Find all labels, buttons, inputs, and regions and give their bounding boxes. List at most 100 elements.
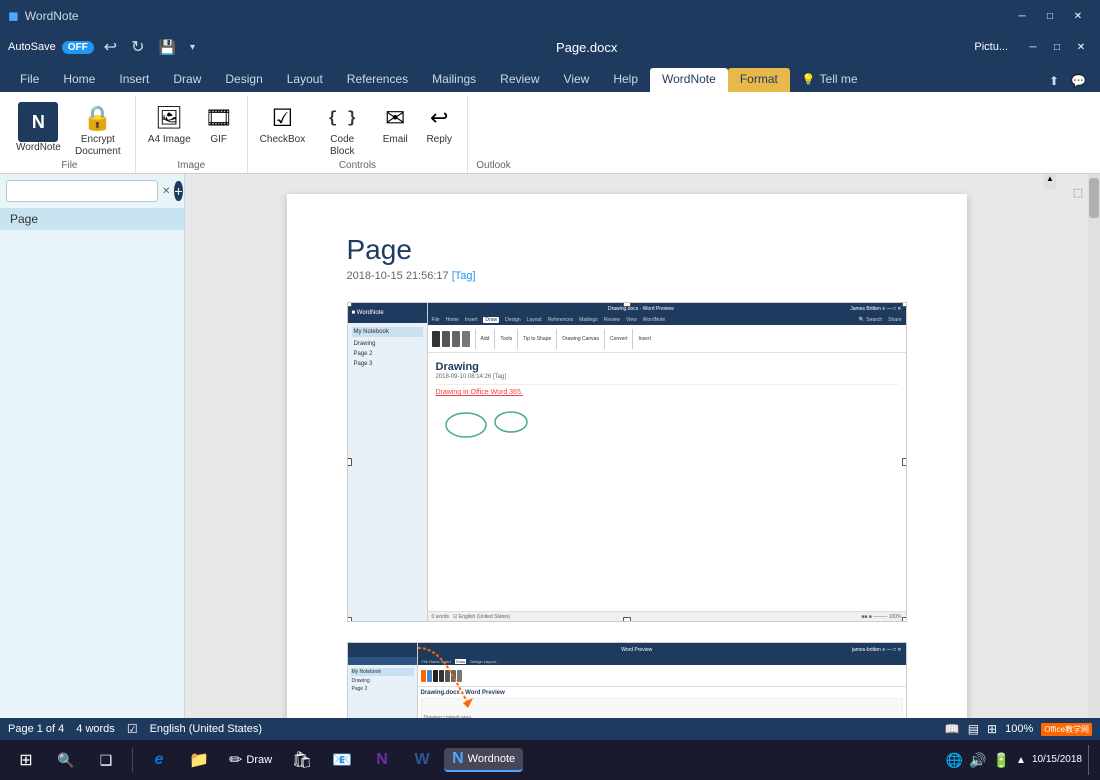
- lightbulb-icon: 💡: [802, 73, 816, 86]
- tab-insert[interactable]: Insert: [107, 68, 161, 92]
- tab-review[interactable]: Review: [488, 68, 551, 92]
- tab-layout[interactable]: Layout: [275, 68, 335, 92]
- close-btn2[interactable]: ✕: [1070, 38, 1092, 56]
- wordnote-taskbar-icon: N: [452, 750, 464, 768]
- more-quick-access[interactable]: ▾: [186, 40, 199, 55]
- word-app[interactable]: W: [404, 742, 440, 778]
- tab-tell-me[interactable]: 💡 Tell me: [790, 68, 870, 92]
- scroll-up-area: ▲: [1044, 174, 1056, 190]
- resize-handle-bl[interactable]: [347, 617, 352, 622]
- tab-references[interactable]: References: [335, 68, 420, 92]
- email-icon: ✉: [379, 102, 411, 134]
- office-watermark: Office教学网: [1041, 723, 1092, 736]
- search-button[interactable]: 🔍: [48, 742, 84, 778]
- network-icon[interactable]: 🌐: [946, 752, 963, 769]
- resize-handle-tr[interactable]: [902, 302, 907, 307]
- embedded-screenshot-1[interactable]: ■ WordNote My Notebook Drawing Page 2 Pa…: [347, 302, 907, 622]
- window-controls: ─ □ ✕: [1008, 5, 1092, 27]
- checkbox-button[interactable]: ☑ CheckBox: [256, 100, 310, 148]
- outlook-app[interactable]: 📧: [324, 742, 360, 778]
- search-input[interactable]: [6, 180, 158, 202]
- min-btn2[interactable]: ─: [1022, 38, 1044, 56]
- show-desktop-button[interactable]: [1088, 745, 1092, 775]
- max-btn2[interactable]: □: [1046, 38, 1068, 56]
- email-button[interactable]: ✉ Email: [375, 100, 415, 148]
- gif-button[interactable]: 🎞 GIF: [199, 100, 239, 148]
- page-tag[interactable]: [Tag]: [452, 270, 476, 282]
- search-clear-button[interactable]: ✕: [162, 186, 170, 197]
- resize-handle-tl[interactable]: [347, 302, 352, 307]
- view-mode-button[interactable]: ▤: [968, 722, 979, 736]
- draw-icon: ✏: [229, 750, 242, 770]
- resize-handle-bm[interactable]: [623, 617, 631, 622]
- tab-file[interactable]: File: [8, 68, 51, 92]
- format-shape-button[interactable]: ⬚: [1073, 186, 1083, 199]
- wordnote-app[interactable]: N Wordnote: [444, 748, 523, 772]
- scrollbar[interactable]: [1088, 174, 1100, 718]
- lock-icon: 🔒: [82, 102, 114, 134]
- language[interactable]: English (United States): [150, 723, 263, 735]
- system-tray-icons[interactable]: ▲: [1016, 755, 1026, 766]
- edge-app[interactable]: e: [141, 742, 177, 778]
- ribbon-group-file: N WordNote 🔒 Encrypt Document File: [4, 96, 136, 173]
- encrypt-document-button[interactable]: 🔒 Encrypt Document: [69, 100, 127, 160]
- document-area[interactable]: ▲ Page 2018-10-15 21:56:17 [Tag]: [185, 174, 1068, 718]
- save-quick-button[interactable]: 💾: [155, 37, 180, 58]
- battery-icon[interactable]: 🔋: [993, 752, 1010, 769]
- document-page: Page 2018-10-15 21:56:17 [Tag]: [287, 194, 967, 718]
- gif-icon: 🎞: [203, 102, 235, 134]
- store-app[interactable]: 🛍: [284, 742, 320, 778]
- scroll-thumb[interactable]: [1089, 178, 1099, 218]
- autosave-toggle[interactable]: OFF: [62, 41, 94, 54]
- image-icon: 🖼: [153, 102, 185, 134]
- tab-view[interactable]: View: [552, 68, 602, 92]
- code-block-button[interactable]: { } Code Block: [313, 100, 371, 160]
- spelling-icon[interactable]: ☑: [127, 722, 138, 736]
- maximize-button[interactable]: □: [1036, 5, 1064, 27]
- sidebar-page-item[interactable]: Page: [0, 208, 184, 230]
- tab-mailings[interactable]: Mailings: [420, 68, 488, 92]
- tab-wordnote[interactable]: WordNote: [650, 68, 728, 92]
- sidebar-search-bar: ✕ +: [0, 174, 184, 208]
- wordnote-button[interactable]: N WordNote: [12, 100, 65, 156]
- resize-handle-br[interactable]: [902, 617, 907, 622]
- tab-draw[interactable]: Draw: [161, 68, 213, 92]
- comment-button[interactable]: 💬: [1065, 70, 1092, 92]
- reply-button[interactable]: ↩ Reply: [419, 100, 459, 148]
- tab-format[interactable]: Format: [728, 68, 790, 92]
- a4-image-button[interactable]: 🖼 A4 Image: [144, 100, 195, 148]
- focus-mode-button[interactable]: 📖: [945, 722, 960, 736]
- file-explorer-app[interactable]: 📁: [181, 742, 217, 778]
- second-window-controls: ─ □ ✕: [1022, 38, 1092, 56]
- start-button[interactable]: ⊞: [8, 742, 44, 778]
- tab-design[interactable]: Design: [213, 68, 274, 92]
- close-button[interactable]: ✕: [1064, 5, 1092, 27]
- tab-help[interactable]: Help: [601, 68, 650, 92]
- page-title: Page: [347, 234, 907, 266]
- zoom-level[interactable]: 100%: [1005, 723, 1033, 735]
- read-mode-button[interactable]: ⊞: [987, 722, 997, 736]
- connector-arrow-svg: [413, 643, 473, 713]
- minimize-button[interactable]: ─: [1008, 5, 1036, 27]
- redo-button[interactable]: ↻: [127, 35, 148, 59]
- outlook-group-label: Outlook: [476, 160, 510, 173]
- ribbon-group-image-items: 🖼 A4 Image 🎞 GIF: [144, 96, 239, 160]
- right-sidebar: ⬚: [1068, 174, 1088, 718]
- page-date: 2018-10-15 21:56:17: [347, 270, 449, 282]
- draw-label: Draw: [246, 754, 272, 766]
- task-view-button[interactable]: ❑: [88, 742, 124, 778]
- resize-handle-mr[interactable]: [902, 458, 907, 466]
- undo-button[interactable]: ↩: [100, 35, 121, 59]
- tab-home[interactable]: Home: [51, 68, 107, 92]
- embedded-screenshot-2[interactable]: My Notebook Drawing Page 2 Word Preview …: [347, 642, 907, 718]
- resize-handle-tm[interactable]: [623, 302, 631, 307]
- file-group-label: File: [61, 160, 77, 173]
- share-button[interactable]: ⬆: [1043, 70, 1065, 92]
- onenote-app[interactable]: N: [364, 742, 400, 778]
- resize-handle-ml[interactable]: [347, 458, 352, 466]
- datetime[interactable]: 10/15/2018: [1032, 753, 1082, 767]
- draw-app[interactable]: ✏ Draw: [221, 748, 280, 772]
- volume-icon[interactable]: 🔊: [969, 752, 986, 769]
- add-page-button[interactable]: +: [174, 181, 182, 201]
- drawing-svg: [436, 400, 556, 450]
